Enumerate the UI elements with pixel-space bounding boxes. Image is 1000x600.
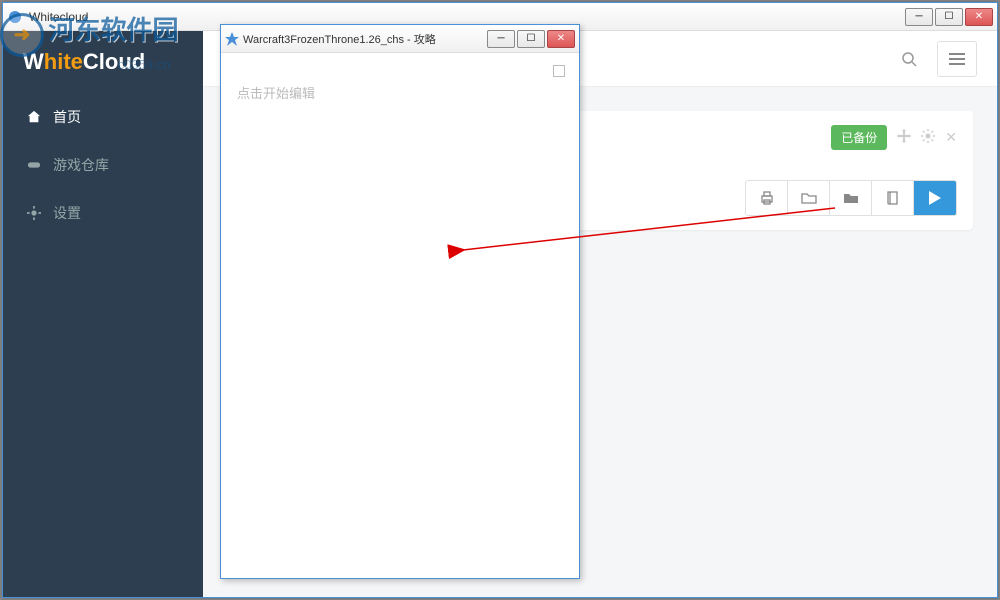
popup-minimize-button[interactable]: ─: [487, 30, 515, 48]
book-icon: [885, 190, 901, 206]
sidebar-item-library[interactable]: 游戏仓库: [3, 141, 203, 189]
sidebar-item-settings[interactable]: 设置: [3, 189, 203, 237]
popup-titlebar[interactable]: Warcraft3FrozenThrone1.26_chs - 攻略 ─ ☐ ✕: [221, 25, 579, 53]
sidebar: WhiteCloud 首页 游戏仓库 设置: [3, 31, 203, 597]
popup-placeholder: 点击开始编辑: [237, 83, 563, 102]
sidebar-item-label: 设置: [53, 203, 81, 223]
gamepad-icon: [27, 158, 41, 172]
logo-text: WhiteCloud: [23, 49, 145, 74]
folder-icon: [843, 190, 859, 206]
menu-icon: [949, 53, 965, 65]
popup-app-icon: [225, 32, 239, 46]
gear-icon: [27, 206, 41, 220]
close-button[interactable]: ✕: [965, 8, 993, 26]
search-box[interactable]: [901, 51, 917, 67]
move-icon[interactable]: [897, 129, 911, 146]
folder-open-button[interactable]: [788, 181, 830, 215]
folder-button[interactable]: [830, 181, 872, 215]
popup-title: Warcraft3FrozenThrone1.26_chs - 攻略: [243, 31, 487, 47]
popup-close-button[interactable]: ✕: [547, 30, 575, 48]
print-button[interactable]: [746, 181, 788, 215]
play-button[interactable]: [914, 181, 956, 215]
print-icon: [759, 190, 775, 206]
backup-badge: 已备份: [831, 125, 887, 150]
app-icon: [7, 9, 23, 25]
folder-open-icon: [801, 190, 817, 206]
book-button[interactable]: [872, 181, 914, 215]
popup-body[interactable]: 点击开始编辑: [221, 53, 579, 578]
sidebar-item-label: 游戏仓库: [53, 155, 109, 175]
sidebar-item-label: 首页: [53, 107, 81, 127]
popup-maximize-button[interactable]: ☐: [517, 30, 545, 48]
main-title: Whitecloud: [29, 10, 905, 24]
popup-checkbox[interactable]: [553, 65, 565, 77]
maximize-button[interactable]: ☐: [935, 8, 963, 26]
search-icon: [901, 51, 917, 67]
close-card-icon[interactable]: ✕: [945, 129, 957, 146]
main-window-controls: ─ ☐ ✕: [905, 8, 993, 26]
play-icon: [929, 191, 941, 205]
home-icon: [27, 110, 41, 124]
sidebar-logo: WhiteCloud: [3, 31, 203, 93]
action-group: [745, 180, 957, 216]
popup-window-controls: ─ ☐ ✕: [487, 30, 575, 48]
sidebar-item-home[interactable]: 首页: [3, 93, 203, 141]
minimize-button[interactable]: ─: [905, 8, 933, 26]
popup-window: Warcraft3FrozenThrone1.26_chs - 攻略 ─ ☐ ✕…: [220, 24, 580, 579]
settings-icon[interactable]: [921, 129, 935, 146]
menu-button[interactable]: [937, 41, 977, 77]
